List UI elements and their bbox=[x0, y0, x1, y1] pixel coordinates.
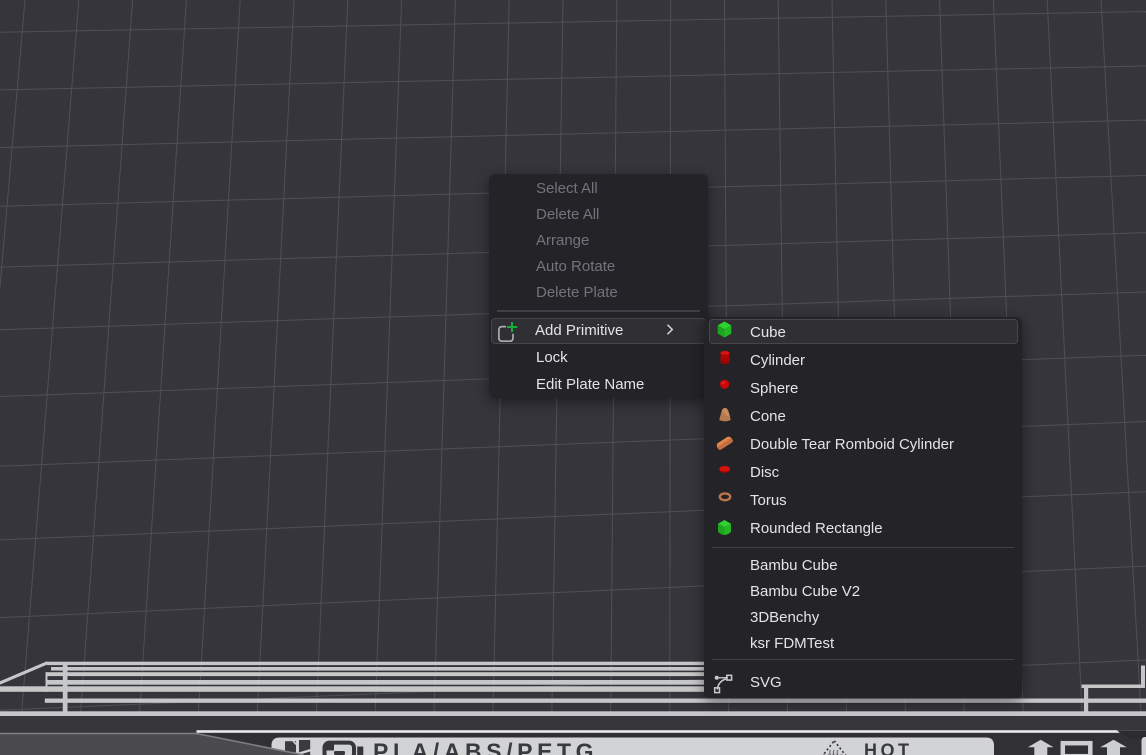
svg-text:PLA/ABS/PETG: PLA/ABS/PETG bbox=[373, 739, 598, 755]
svg-text:HOT: HOT bbox=[864, 741, 913, 755]
